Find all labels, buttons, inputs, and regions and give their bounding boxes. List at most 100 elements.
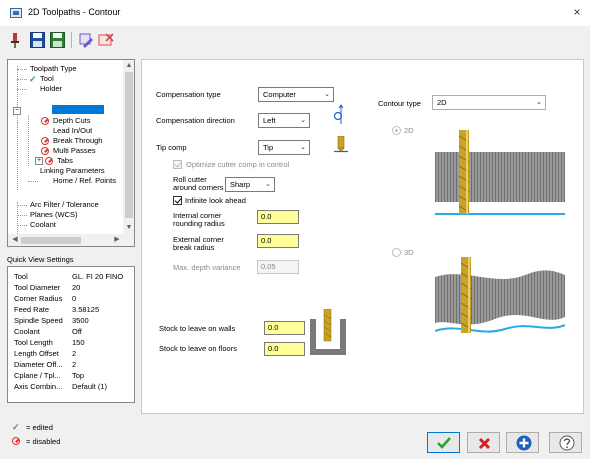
qv-key: Coolant [14,327,40,336]
compensation-type-label: Compensation type [156,90,221,99]
tree-connector [17,225,27,226]
tree-horizontal-scroll-thumb[interactable] [21,237,81,244]
contour-3d-preview-image [435,257,565,333]
apply-button[interactable] [506,432,539,453]
tree-item-holder[interactable]: Holder [40,84,62,94]
tip-comp-select[interactable]: Tip ⌄ [258,140,310,155]
window-title: 2D Toolpaths - Contour [28,7,121,17]
expander-expand-icon[interactable]: + [35,157,43,165]
infinite-look-ahead-checkbox[interactable] [173,196,182,205]
compensation-type-value: Computer [263,90,296,99]
external-corner-label-line2: break radius [173,243,215,252]
cancel-button[interactable] [467,432,500,453]
tree-item-depth-cuts[interactable]: Depth Cuts [53,116,91,126]
optimize-cutter-comp-checkbox[interactable] [173,160,182,169]
qv-value: 150 [72,338,85,347]
contour-3d-label: 3D [404,248,414,257]
internal-corner-radius-input[interactable]: 0.0 [257,210,299,224]
stock-floors-input[interactable]: 0.0 [264,342,305,356]
tree-item-lead-in-out[interactable]: Lead In/Out [53,126,92,136]
tree-item-linking-parameters[interactable]: Linking Parameters [40,166,105,176]
qv-value: GL. FI 20 FINO [72,272,124,281]
pin-icon[interactable] [10,32,20,48]
tree-item-selected[interactable] [52,105,104,114]
compensation-type-select[interactable]: Computer ⌄ [258,87,334,102]
contour-2d-label: 2D [404,126,414,135]
qv-key: Tool Length [14,338,53,347]
help-icon [559,435,575,451]
roll-cutter-select[interactable]: Sharp ⌄ [225,177,275,192]
tip-comp-label: Tip comp [156,143,187,152]
disabled-icon [41,117,49,125]
tree-connector [28,181,38,182]
operation-tree[interactable]: Toolpath Type ✓ Tool Holder − Depth Cuts… [7,59,135,247]
internal-corner-label-line2: rounding radius [173,219,225,228]
tree-connector [17,79,27,80]
tree-item-toolpath-type[interactable]: Toolpath Type [30,64,77,74]
chevron-down-icon: ⌄ [324,91,330,98]
qv-key: Tool [14,272,28,281]
quick-view-title: Quick View Settings [7,255,74,264]
infinite-look-ahead-label: Infinite look ahead [185,196,246,205]
stock-to-leave-diagram [310,309,346,355]
save-as-icon[interactable] [50,32,65,48]
qv-value: 3500 [72,316,89,325]
tree-connector [17,89,27,90]
close-button[interactable]: × [570,5,584,19]
tree-item-tabs[interactable]: Tabs [57,156,73,166]
reference-icon[interactable] [78,32,94,48]
legend-edited-label: = edited [26,423,53,432]
contour-3d-radio[interactable] [392,248,401,257]
qv-value: 0 [72,294,77,303]
qv-value: Off [72,327,82,336]
scroll-down-icon[interactable]: ▼ [124,223,134,233]
qv-key: Diameter Off... [14,360,63,369]
x-icon [478,437,491,450]
tree-item-coolant[interactable]: Coolant [30,220,56,230]
disabled-icon [41,147,49,155]
tree-vertical-scroll-thumb[interactable] [125,72,133,218]
toolbar [0,26,590,52]
scroll-up-icon[interactable]: ▲ [124,61,134,71]
qv-value: Default (1) [72,382,108,391]
tip-comp-value: Tip [263,143,274,152]
scroll-left-icon[interactable]: ◀ [10,235,20,245]
stock-walls-label: Stock to leave on walls [159,324,236,333]
compensation-direction-select[interactable]: Left ⌄ [258,113,310,128]
tree-connector [17,205,27,206]
qv-value: 3.58125 [72,305,100,314]
compensation-direction-label: Compensation direction [156,116,235,125]
scroll-right-icon[interactable]: ▶ [112,235,122,245]
tree-item-break-through[interactable]: Break Through [53,136,102,146]
qv-key: Feed Rate [14,305,50,314]
expander-collapse-icon[interactable]: − [13,107,21,115]
parameter-page: Compensation type Computer ⌄ Contour typ… [141,59,584,414]
edited-check-icon: ✓ [12,422,20,432]
help-button[interactable] [549,432,582,453]
qv-key: Axis Combin... [14,382,63,391]
qv-key: Corner Radius [14,294,63,303]
tree-item-home-ref-points[interactable]: Home / Ref. Points [53,176,116,186]
tree-item-planes[interactable]: Planes (WCS) [30,210,78,220]
contour-type-value: 2D [437,98,447,107]
tree-item-multi-passes[interactable]: Multi Passes [53,146,96,156]
contour-2d-radio[interactable] [392,126,401,135]
qv-key: Spindle Speed [14,316,63,325]
qv-value: Top [72,371,85,380]
clear-icon[interactable] [98,32,114,48]
compensation-direction-icon [333,104,344,124]
tree-item-arc-filter[interactable]: Arc Filter / Tolerance [30,200,99,210]
max-depth-variance-input[interactable]: 0.05 [257,260,299,274]
chevron-down-icon: ⌄ [300,117,306,124]
contour-type-select[interactable]: 2D ⌄ [432,95,546,110]
disabled-icon [45,157,53,165]
tree-item-tool[interactable]: Tool [40,74,54,84]
qv-value: 20 [72,283,81,292]
disabled-icon [41,137,49,145]
stock-walls-input[interactable]: 0.0 [264,321,305,335]
roll-cutter-label-line2: around corners [173,183,224,192]
ok-button[interactable] [427,432,460,453]
external-corner-radius-input[interactable]: 0.0 [257,234,299,248]
save-icon[interactable] [30,32,45,48]
window-app-icon [10,8,22,18]
